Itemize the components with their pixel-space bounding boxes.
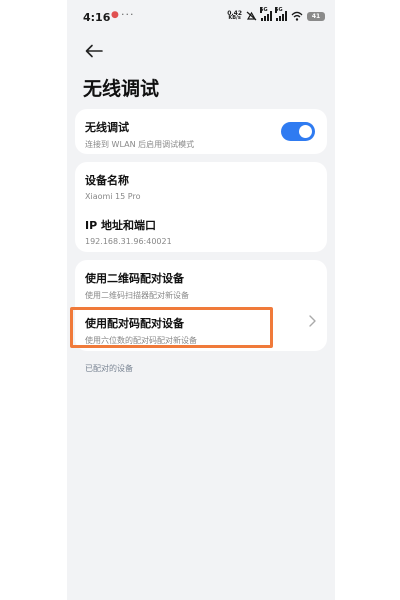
pair-code-title: 使用配对码配对设备 [85, 317, 184, 330]
signal-sim1-icon: 5G [260, 7, 272, 21]
ip-port-title: IP 地址和端口 [85, 219, 156, 232]
network-speed-unit: KB/s [228, 15, 241, 21]
status-icons: 0.42 KB/s 5G 5G 41 [227, 7, 325, 23]
more-notifications-icon: ··· [121, 8, 135, 21]
device-name-row[interactable]: 设备名称 Xiaomi 15 Pro [85, 172, 317, 201]
status-time: 4:16 [83, 11, 111, 24]
back-arrow-icon [85, 44, 103, 58]
back-button[interactable] [81, 38, 107, 64]
sim1-5g-label: 5G [260, 7, 268, 13]
paired-devices-link[interactable]: 已配对的设备 [85, 363, 133, 374]
sim2-5g-label: 5G [275, 7, 283, 13]
device-name-value: Xiaomi 15 Pro [85, 192, 141, 201]
pair-qr-subtitle: 使用二维码扫描器配对新设备 [85, 291, 189, 300]
pair-qr-title: 使用二维码配对设备 [85, 272, 184, 285]
ip-port-row: IP 地址和端口 192.168.31.96:40021 [85, 217, 317, 246]
ip-port-value: 192.168.31.96:40021 [85, 237, 172, 246]
wifi-icon [291, 11, 303, 21]
wireless-debugging-toggle[interactable] [281, 122, 315, 141]
signal-sim2-icon: 5G [275, 7, 287, 21]
notification-dot-icon: ● [111, 10, 119, 20]
mute-icon [246, 11, 257, 21]
chevron-right-icon [309, 315, 316, 327]
device-info-card: 设备名称 Xiaomi 15 Pro IP 地址和端口 192.168.31.9… [75, 162, 327, 252]
battery-icon: 41 [307, 11, 325, 21]
pair-code-row[interactable]: 使用配对码配对设备 使用六位数的配对码配对新设备 [85, 315, 317, 346]
pair-qr-row[interactable]: 使用二维码配对设备 使用二维码扫描器配对新设备 [85, 270, 317, 301]
wireless-debugging-card: 无线调试 连接到 WLAN 后启用调试模式 [75, 109, 327, 154]
wireless-debugging-subtitle: 连接到 WLAN 后启用调试模式 [85, 140, 195, 149]
phone-screen: 4:16 ● ··· 0.42 KB/s 5G 5G 41 无线调试 无线调试 … [67, 0, 335, 600]
pair-code-subtitle: 使用六位数的配对码配对新设备 [85, 336, 197, 345]
network-speed: 0.42 KB/s [227, 11, 242, 21]
status-bar: 4:16 ● ··· 0.42 KB/s 5G 5G 41 [67, 0, 335, 32]
device-name-title: 设备名称 [85, 174, 129, 187]
page-title: 无线调试 [83, 78, 160, 100]
toggle-knob [299, 125, 312, 138]
pairing-card: 使用二维码配对设备 使用二维码扫描器配对新设备 使用配对码配对设备 使用六位数的… [75, 260, 327, 351]
